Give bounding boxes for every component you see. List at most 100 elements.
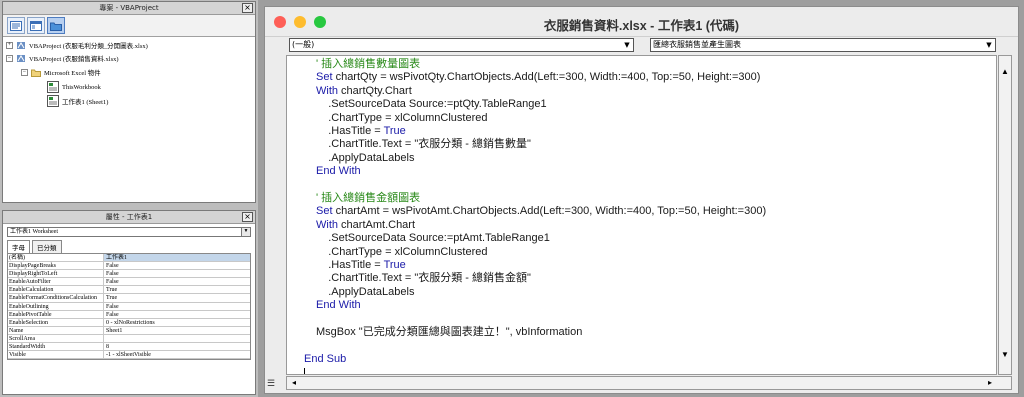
property-row[interactable]: StandardWidth 8 [8, 343, 250, 352]
tree-item-sheet1[interactable]: 工作表1 (Sheet1) [47, 95, 108, 107]
property-value[interactable]: False [104, 303, 250, 310]
scroll-left-icon[interactable]: ◂ [288, 377, 300, 389]
property-value[interactable]: 8 [104, 343, 250, 350]
horizontal-scrollbar[interactable]: ◂ ▸ [286, 376, 1012, 390]
property-value[interactable]: False [104, 262, 250, 269]
tree-item-label: 工作表1 (Sheet1) [62, 99, 109, 106]
property-value[interactable]: 0 - xlNoRestrictions [104, 319, 250, 326]
property-value[interactable]: True [104, 286, 250, 293]
property-row[interactable]: EnableOutlining False [8, 302, 250, 311]
tab-categorized[interactable]: 已分類 [32, 240, 62, 253]
view-code-button[interactable] [7, 17, 25, 34]
property-name: ScrollArea [8, 334, 104, 343]
property-value[interactable]: Sheet1 [104, 327, 250, 334]
property-row[interactable]: DisplayRightToLeft False [8, 270, 250, 279]
chevron-down-icon[interactable]: ▼ [241, 228, 250, 236]
property-name: (名稱) [8, 254, 104, 262]
chevron-down-icon[interactable]: ▼ [984, 40, 994, 50]
object-select-value: 工作表1 Worksheet [10, 229, 59, 235]
property-value[interactable]: 工作表1 [104, 254, 250, 262]
code-editor[interactable]: ' 插入總銷售數量圖表 Set chartQty = wsPivotQty.Cha… [286, 55, 997, 375]
property-name: EnableSelection [8, 318, 104, 326]
tree-item-label: ThisWorkbook [62, 83, 101, 91]
procedure-dropdown[interactable]: 匯總衣服銷售並產生圖表 ▼ [650, 38, 996, 52]
properties-grid: (名稱) 工作表1 DisplayPageBreaks False DisplayRig… [7, 253, 251, 361]
code-line: End With [316, 165, 361, 178]
view-object-button[interactable] [27, 17, 45, 34]
tree-item-excel-objects[interactable]: − Microsoft Excel 物件 [21, 66, 101, 78]
object-select[interactable]: 工作表1 Worksheet ▼ [7, 227, 251, 237]
property-name: EnableAutoFilter [8, 278, 104, 286]
close-icon[interactable]: × [242, 212, 253, 222]
code-line: End Sub [304, 352, 347, 365]
object-dropdown[interactable]: (一般) ▼ [289, 38, 634, 52]
property-name: EnablePivotTable [8, 310, 104, 318]
property-row[interactable]: EnablePivotTable False [8, 310, 250, 319]
expand-icon[interactable]: + [6, 41, 13, 49]
property-value[interactable]: False [104, 278, 250, 285]
property-name: EnableCalculation [8, 286, 104, 294]
tree-item-project-2[interactable]: − VBAProject (衣服銷售資料.xlsx) [6, 52, 119, 64]
properties-tabs: 字母 已分類 [7, 240, 251, 253]
property-value[interactable]: -1 - xlSheetVisible [104, 351, 250, 358]
property-value[interactable]: True [104, 294, 250, 301]
code-line: .ApplyDataLabels [316, 285, 415, 298]
property-row[interactable]: EnableCalculation True [8, 286, 250, 295]
property-row[interactable]: EnableSelection 0 - xlNoRestrictions [8, 318, 250, 327]
property-name: DisplayRightToLeft [8, 270, 104, 278]
scroll-up-icon[interactable]: ▲ [999, 66, 1011, 78]
property-row[interactable]: EnableFormatConditionsCalculation True [8, 294, 250, 303]
property-row[interactable]: Visible -1 - xlSheetVisible [8, 351, 250, 360]
project-explorer: 專案 - VBAProject × + VBAProject (衣服毛利分類_分… [2, 1, 256, 203]
vba-project-icon [17, 41, 25, 49]
code-line: .ApplyDataLabels [316, 151, 415, 164]
property-name: EnableOutlining [8, 302, 104, 310]
code-line: .ChartType = xlColumnClustered [316, 245, 488, 258]
workbook-icon [47, 81, 59, 93]
worksheet-icon [47, 95, 59, 107]
properties-pane: 屬性 - 工作表1 × 工作表1 Worksheet ▼ 字母 已分類 (名稱)… [2, 210, 256, 395]
code-line: Set chartQty = wsPivotQty.ChartObjects.A… [316, 71, 761, 84]
code-line: Set chartAmt = wsPivotAmt.ChartObjects.A… [316, 205, 767, 218]
view-object-icon [30, 20, 42, 31]
object-dropdown-value: (一般) [292, 40, 315, 49]
property-row[interactable]: (名稱) 工作表1 [8, 254, 250, 263]
tree-item-label: VBAProject (衣服毛利分類_分開圖表.xlsx) [29, 43, 148, 50]
toggle-folders-button[interactable] [47, 17, 65, 34]
code-line: ' 插入總銷售金額圖表 [316, 192, 421, 204]
project-tree: + VBAProject (衣服毛利分類_分開圖表.xlsx) − VBAPro… [3, 37, 255, 107]
code-line: With chartQty.Chart [316, 84, 412, 97]
code-line: .ChartTitle.Text = "衣服分類 - 總銷售金額" [316, 272, 531, 285]
scroll-down-icon[interactable]: ▼ [999, 349, 1011, 361]
code-line: .ChartType = xlColumnClustered [316, 111, 488, 124]
code-line: End With [316, 299, 361, 312]
folder-icon [31, 69, 41, 77]
property-row[interactable]: DisplayPageBreaks False [8, 262, 250, 271]
properties-pane-title-text: 屬性 - 工作表1 [105, 213, 153, 221]
property-name: StandardWidth [8, 343, 104, 351]
property-value[interactable]: False [104, 270, 250, 277]
view-toggle-icons[interactable]: ☰ [267, 377, 285, 389]
code-line: .HasTitle = True [316, 125, 406, 137]
view-code-icon [10, 20, 22, 31]
left-panel: 專案 - VBAProject × + VBAProject (衣服毛利分類_分… [0, 0, 258, 397]
window-titlebar: 衣服銷售資料.xlsx - 工作表1 (代碼) [265, 7, 1018, 37]
tree-item-thisworkbook[interactable]: ThisWorkbook [47, 81, 101, 93]
collapse-icon[interactable]: − [21, 68, 28, 76]
property-value[interactable] [104, 335, 250, 342]
close-icon[interactable]: × [242, 3, 253, 13]
vertical-scrollbar[interactable]: ▲ ▼ [998, 55, 1012, 375]
project-pane-title-text: 專案 - VBAProject [99, 4, 159, 12]
property-row[interactable]: Name Sheet1 [8, 326, 250, 335]
chevron-down-icon[interactable]: ▼ [622, 40, 632, 50]
property-value[interactable]: False [104, 311, 250, 318]
vba-project-icon [17, 54, 25, 62]
tree-item-label: Microsoft Excel 物件 [44, 70, 101, 77]
tree-item-project-1[interactable]: + VBAProject (衣服毛利分類_分開圖表.xlsx) [6, 39, 148, 51]
code-line: .HasTitle = True [316, 259, 406, 271]
property-row[interactable]: EnableAutoFilter False [8, 278, 250, 287]
property-row[interactable]: ScrollArea [8, 334, 250, 344]
collapse-icon[interactable]: − [6, 54, 13, 62]
tab-alphabetic[interactable]: 字母 [7, 240, 30, 253]
scroll-right-icon[interactable]: ▸ [984, 377, 996, 389]
